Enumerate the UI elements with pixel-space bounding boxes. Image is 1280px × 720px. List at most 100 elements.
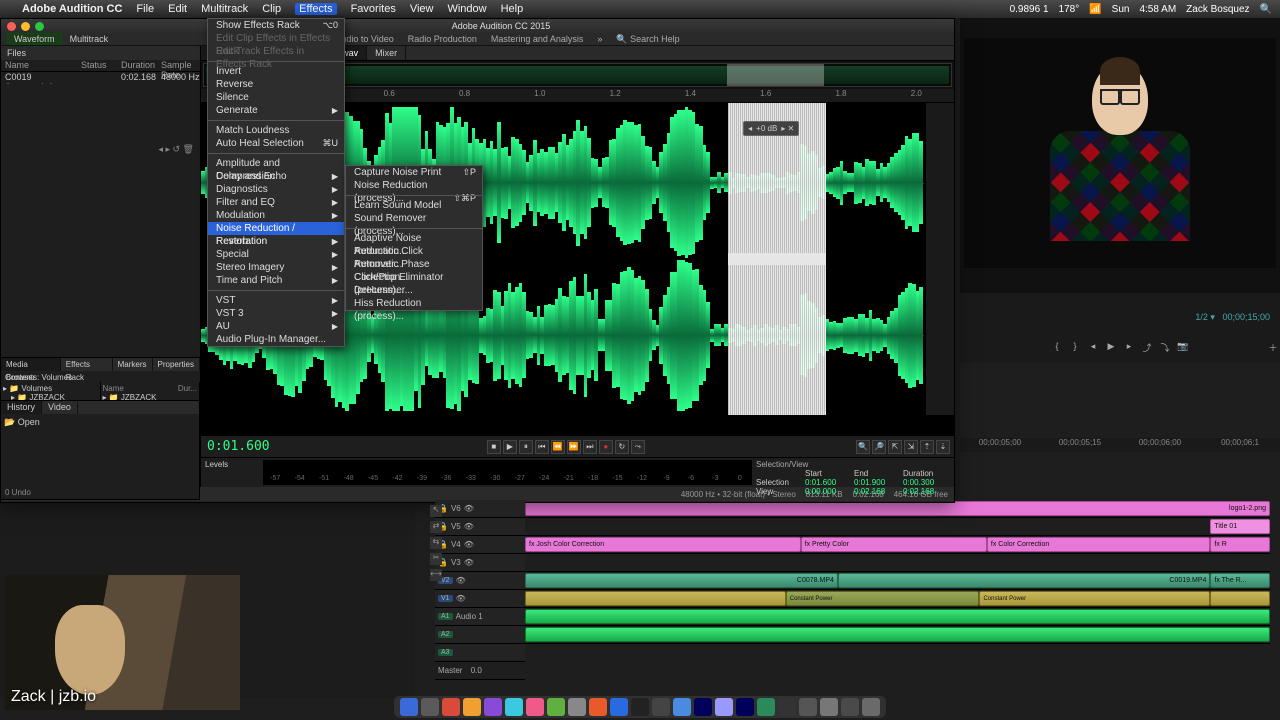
mi-special[interactable]: Special▶	[208, 248, 344, 261]
stop-button[interactable]: ■	[487, 440, 501, 454]
app-name[interactable]: Adobe Audition CC	[22, 3, 122, 15]
dock-app-icon[interactable]	[484, 698, 502, 716]
zoom-in-v-icon[interactable]: ⇡	[920, 440, 934, 454]
title-bar[interactable]: Adobe Audition CC 2015	[1, 19, 954, 33]
zoom-in-icon[interactable]: 🔍	[856, 440, 870, 454]
menu-favorites[interactable]: Favorites	[351, 3, 396, 15]
smi-click[interactable]: Automatic Click Remover...	[346, 245, 482, 258]
mi-filter[interactable]: Filter and EQ▶	[208, 196, 344, 209]
track-label[interactable]: Master	[438, 666, 462, 675]
mixer-tab[interactable]: Mixer	[367, 46, 406, 60]
mi-plugin[interactable]: Audio Plug-In Manager...	[208, 333, 344, 346]
monitor-ratio[interactable]: 1/2	[1195, 312, 1208, 322]
clip-cc[interactable]: fx Color Correction	[987, 537, 1211, 552]
dock-app-icon[interactable]	[421, 698, 439, 716]
mi-au[interactable]: AU▶	[208, 320, 344, 333]
clip-title[interactable]: Title 01	[1210, 519, 1270, 534]
smi-learn[interactable]: Learn Sound Model	[346, 199, 482, 212]
mi-mod[interactable]: Modulation▶	[208, 209, 344, 222]
zoom-sel-icon[interactable]: ⇲	[904, 440, 918, 454]
smi-hiss[interactable]: Hiss Reduction (process)...	[346, 297, 482, 310]
add-icon[interactable]: ＋	[1267, 341, 1279, 353]
tab-markers[interactable]: Markers	[113, 358, 153, 371]
dock-app-icon[interactable]	[526, 698, 544, 716]
smi-remover[interactable]: Sound Remover (process)...	[346, 212, 482, 225]
track-select-icon[interactable]: ⇄	[430, 521, 442, 533]
mark-in-icon[interactable]: {	[1051, 341, 1063, 353]
file-row[interactable]: C0019 A...racted_1.wav0:02.16848000 Hz	[1, 72, 200, 84]
loop-button[interactable]: ↻	[615, 440, 629, 454]
timecode[interactable]: 0:01.600	[201, 439, 276, 454]
clip-audio-1d[interactable]	[1210, 591, 1270, 606]
tab-effects-rack[interactable]: Effects Rack	[61, 358, 113, 371]
smi-phase[interactable]: Automatic Phase Correction...	[346, 258, 482, 271]
track-label[interactable]: Audio 1	[456, 612, 483, 621]
dock-app-icon[interactable]	[610, 698, 628, 716]
track-label[interactable]: V3	[451, 558, 461, 567]
dock-app-icon[interactable]	[778, 698, 796, 716]
col-status[interactable]: Status	[81, 60, 121, 71]
mi-show-rack[interactable]: Show Effects Rack⌥0	[208, 19, 344, 32]
go-start-button[interactable]: ⏮	[535, 440, 549, 454]
dock-app-icon[interactable]	[694, 698, 712, 716]
step-back-icon[interactable]: ◂	[1087, 341, 1099, 353]
col-name[interactable]: Name	[1, 60, 81, 71]
track-label[interactable]: V4	[451, 540, 461, 549]
multitrack-mode-button[interactable]: Multitrack	[70, 34, 109, 44]
clip-ther[interactable]: fx The R...	[1210, 573, 1270, 588]
menu-clip[interactable]: Clip	[262, 3, 281, 15]
menu-help[interactable]: Help	[501, 3, 524, 15]
tab-history[interactable]: History	[1, 401, 42, 414]
go-end-button[interactable]: ⏭	[583, 440, 597, 454]
clip-logo[interactable]: logo1-2.png	[525, 501, 1270, 516]
zoom-out-v-icon[interactable]: ⇣	[936, 440, 950, 454]
zoom-full-icon[interactable]: ⇱	[888, 440, 902, 454]
dock-app-icon[interactable]	[400, 698, 418, 716]
mi-reverb[interactable]: Reverb▶	[208, 235, 344, 248]
mi-stereo[interactable]: Stereo Imagery▶	[208, 261, 344, 274]
clip-fxr[interactable]: fx R	[1210, 537, 1270, 552]
play-icon[interactable]: ▶	[1105, 341, 1117, 353]
minimize-icon[interactable]	[21, 22, 30, 31]
dock-app-icon[interactable]	[505, 698, 523, 716]
dock-app-icon[interactable]	[673, 698, 691, 716]
mi-diag[interactable]: Diagnostics▶	[208, 183, 344, 196]
dock-app-icon[interactable]	[736, 698, 754, 716]
mi-delay[interactable]: Delay and Echo▶	[208, 170, 344, 183]
tab-media-browser[interactable]: Media Browser	[1, 358, 61, 371]
files-panel-header[interactable]: Files	[1, 46, 200, 60]
mi-noise[interactable]: Noise Reduction / Restoration▶	[208, 222, 344, 235]
dock-app-icon[interactable]	[463, 698, 481, 716]
play-button[interactable]: ▶	[503, 440, 517, 454]
dock-app-icon[interactable]	[757, 698, 775, 716]
lift-icon[interactable]: ⤴	[1141, 341, 1153, 353]
menu-multitrack[interactable]: Multitrack	[201, 3, 248, 15]
dock-app-icon[interactable]	[589, 698, 607, 716]
workspace-radio[interactable]: Radio Production	[408, 34, 477, 45]
clip-audio-1b[interactable]: Constant Power	[786, 591, 980, 606]
waveform-mode-button[interactable]: Waveform	[7, 33, 62, 45]
search-icon[interactable]: 🔍	[1260, 4, 1272, 15]
clip-audio-1c[interactable]: Constant Power	[979, 591, 1210, 606]
clip-c78[interactable]: C0078.MP4	[525, 573, 838, 588]
mi-vst[interactable]: VST▶	[208, 294, 344, 307]
menu-edit[interactable]: Edit	[168, 3, 187, 15]
clip-audio-1a[interactable]	[525, 591, 786, 606]
mi-reverse[interactable]: Reverse	[208, 78, 344, 91]
clip-josh[interactable]: fx Josh Color Correction	[525, 537, 801, 552]
skip-button[interactable]: ⤳	[631, 440, 645, 454]
close-icon[interactable]	[7, 22, 16, 31]
rewind-button[interactable]: ⏪	[551, 440, 565, 454]
smi-nr[interactable]: Noise Reduction (process)...⇧⌘P	[346, 179, 482, 192]
record-button[interactable]: ●	[599, 440, 613, 454]
workspace-master[interactable]: Mastering and Analysis	[491, 34, 584, 45]
clip-pretty[interactable]: fx Pretty Color	[801, 537, 987, 552]
razor-tool-icon[interactable]: ✂	[430, 553, 442, 565]
mac-dock[interactable]	[394, 696, 886, 718]
smi-clickpop[interactable]: Click/Pop Eliminator (process)...	[346, 271, 482, 284]
gain-hud[interactable]: ◂ +0 dB ▸ ✕	[743, 121, 799, 136]
clip-audio-3[interactable]	[525, 627, 1270, 642]
step-fwd-icon[interactable]: ▸	[1123, 341, 1135, 353]
tab-properties[interactable]: Properties	[153, 358, 200, 371]
wifi-icon[interactable]: 📶	[1089, 4, 1101, 15]
